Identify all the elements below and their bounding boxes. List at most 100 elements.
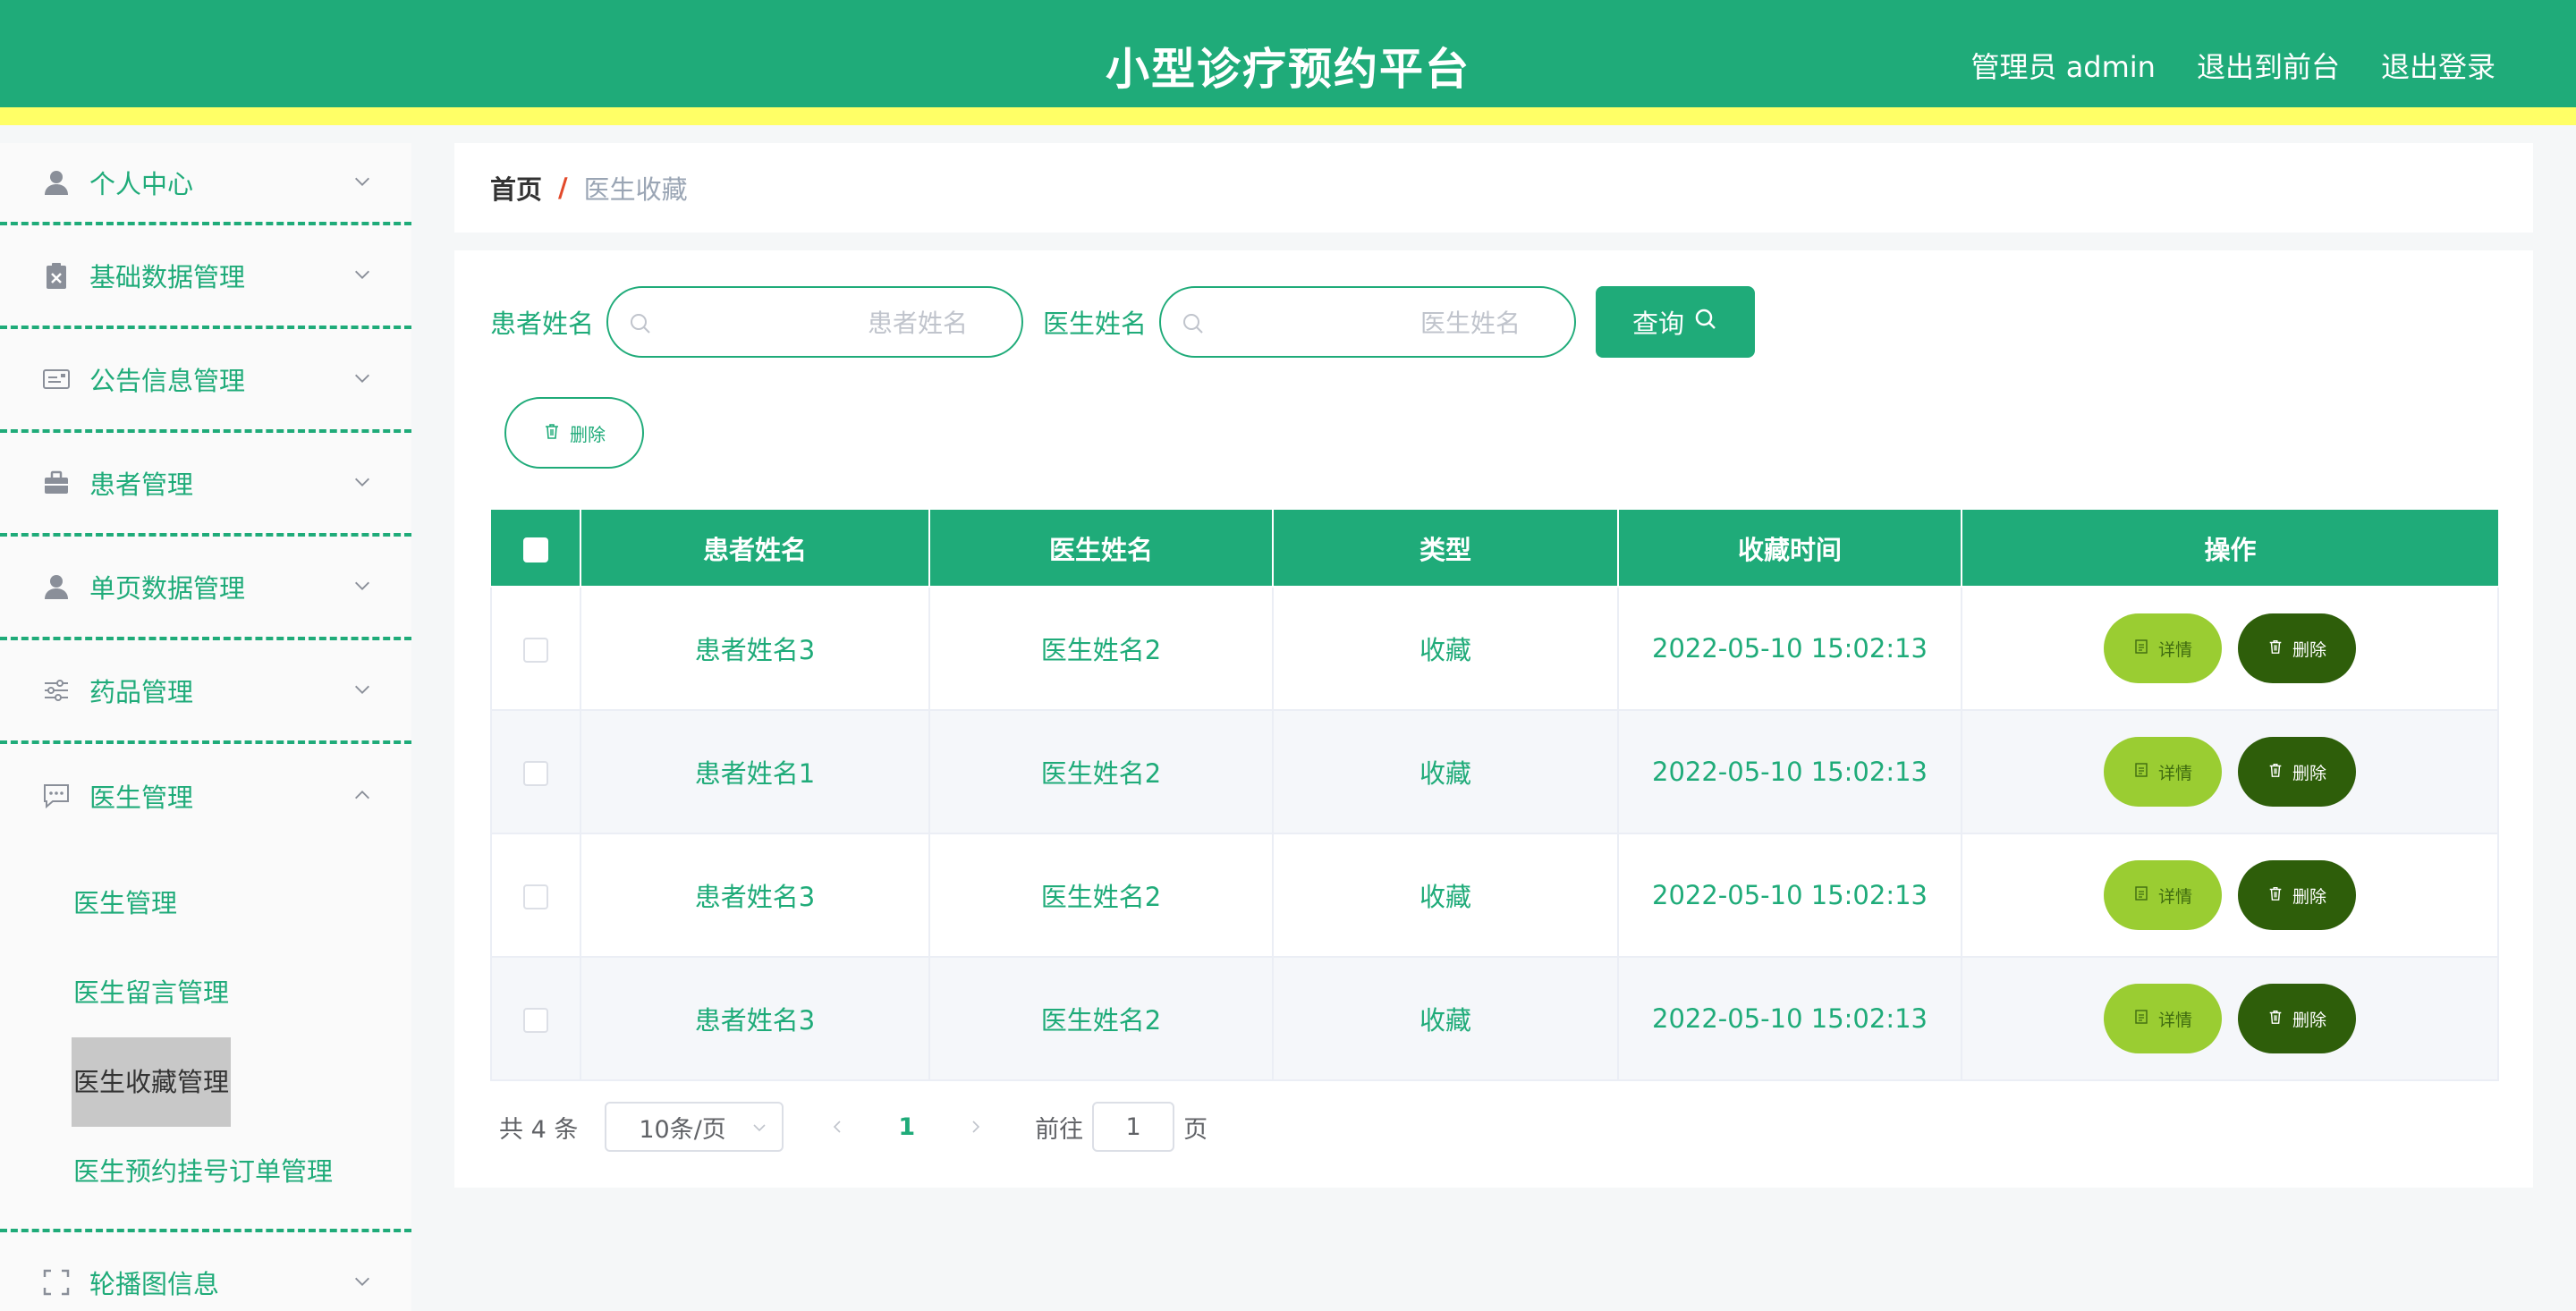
id-card-icon: [41, 364, 72, 394]
briefcase-icon: [41, 468, 72, 498]
main-content: 患者姓名 医生姓名 查询 删除: [454, 250, 2533, 1188]
sidebar-item-doctor[interactable]: 医生管理: [0, 744, 411, 848]
delete-button[interactable]: 删除: [2238, 860, 2356, 930]
detail-button[interactable]: 详情: [2104, 860, 2222, 930]
row-checkbox[interactable]: [523, 761, 548, 786]
pagination-goto: 前往 页: [1035, 1102, 1208, 1152]
sidebar-item-label: 基础数据管理: [89, 262, 246, 292]
detail-button-label: 详情: [2157, 886, 2192, 907]
sidebar-item-label: 药品管理: [89, 677, 194, 707]
table-row: 患者姓名3 医生姓名2 收藏 2022-05-10 15:02:13 详情 删除: [490, 586, 2499, 711]
cell-doctor: 医生姓名2: [928, 586, 1274, 711]
trash-icon: [2267, 1009, 2284, 1029]
batch-delete-label: 删除: [570, 423, 606, 445]
doctor-name-label: 医生姓名: [1043, 309, 1148, 339]
search-form: 患者姓名 医生姓名 查询: [490, 286, 1756, 358]
patient-name-input[interactable]: [662, 300, 969, 345]
trash-icon: [2267, 885, 2284, 906]
page-size-select[interactable]: 10条/页: [605, 1102, 784, 1152]
sidebar-item-carousel[interactable]: 轮播图信息: [0, 1232, 411, 1311]
goto-page-input[interactable]: [1092, 1102, 1175, 1152]
delete-button[interactable]: 删除: [2238, 984, 2356, 1053]
page-size-value: 10条/页: [639, 1115, 726, 1144]
detail-button[interactable]: 详情: [2104, 737, 2222, 807]
row-select-cell: [490, 833, 581, 958]
row-checkbox[interactable]: [523, 638, 548, 663]
sidebar-item-personal-center[interactable]: 个人中心: [0, 143, 411, 225]
sidebar-item-medicine[interactable]: 药品管理: [0, 640, 411, 744]
sidebar-item-single-page[interactable]: 单页数据管理: [0, 537, 411, 640]
row-select-cell: [490, 709, 581, 834]
doctor-submenu: 医生管理 医生留言管理 医生收藏管理 医生预约挂号订单管理: [0, 848, 411, 1232]
delete-button[interactable]: 删除: [2238, 737, 2356, 807]
submenu-item-doctor-manage[interactable]: 医生管理: [72, 858, 179, 948]
submenu-item-doctor-appointment[interactable]: 医生预约挂号订单管理: [72, 1127, 335, 1216]
cell-doctor: 医生姓名2: [928, 709, 1274, 834]
column-header-doctor[interactable]: 医生姓名: [928, 510, 1274, 588]
row-checkbox[interactable]: [523, 1008, 548, 1033]
clipboard-icon: [41, 260, 72, 291]
cell-actions: 详情 删除: [1961, 709, 2499, 834]
page-number-current[interactable]: 1: [898, 1113, 915, 1141]
query-button[interactable]: 查询: [1596, 286, 1756, 358]
chat-icon: [41, 781, 72, 811]
select-all-checkbox[interactable]: [522, 537, 548, 562]
cell-type: 收藏: [1272, 833, 1619, 958]
favorites-table: 患者姓名 医生姓名 类型 收藏时间 操作 患者姓名3 医生姓名2 收藏 2022…: [490, 510, 2499, 1081]
column-header-actions: 操作: [1961, 510, 2498, 588]
breadcrumb-separator: /: [558, 173, 568, 203]
submenu-item-doctor-favorite[interactable]: 医生收藏管理: [72, 1037, 232, 1127]
chevron-down-icon: [352, 172, 374, 193]
detail-button[interactable]: 详情: [2104, 984, 2222, 1053]
row-select-cell: [490, 956, 581, 1081]
next-page-button[interactable]: [958, 1119, 994, 1135]
cell-time: 2022-05-10 15:02:13: [1617, 709, 1962, 834]
cell-doctor: 医生姓名2: [928, 956, 1274, 1081]
pagination-total: 共 4 条: [499, 1115, 579, 1144]
exit-to-front-link[interactable]: 退出到前台: [2197, 45, 2340, 86]
sidebar-item-patient[interactable]: 患者管理: [0, 433, 411, 537]
trash-icon: [2267, 762, 2284, 782]
select-all-cell: [491, 510, 581, 588]
detail-button[interactable]: 详情: [2104, 613, 2222, 683]
sidebar: 个人中心 基础数据管理 公告信息管理 患者管理 单页数据管理 药品管理 医生管理…: [0, 143, 411, 1311]
document-icon: [2133, 639, 2149, 659]
top-header: 小型诊疗预约平台 管理员 admin 退出到前台 退出登录: [0, 0, 2576, 125]
sidebar-item-label: 公告信息管理: [89, 366, 246, 396]
column-header-patient[interactable]: 患者姓名: [580, 510, 930, 588]
delete-button-label: 删除: [2292, 1010, 2326, 1030]
cell-patient: 患者姓名1: [580, 709, 930, 834]
cell-patient: 患者姓名3: [580, 956, 930, 1081]
delete-button[interactable]: 删除: [2238, 613, 2356, 683]
column-header-time[interactable]: 收藏时间: [1617, 510, 1962, 588]
admin-user-label[interactable]: 管理员 admin: [1971, 45, 2156, 86]
document-icon: [2133, 1009, 2149, 1029]
document-icon: [2133, 762, 2149, 782]
batch-delete-button[interactable]: 删除: [504, 397, 644, 469]
logout-link[interactable]: 退出登录: [2381, 45, 2496, 86]
cell-actions: 详情 删除: [1961, 586, 2499, 711]
prev-page-button[interactable]: [819, 1119, 855, 1135]
trash-icon: [543, 422, 561, 444]
search-icon: [628, 311, 653, 336]
doctor-name-input[interactable]: [1215, 300, 1521, 345]
sidebar-item-label: 医生管理: [89, 782, 194, 813]
sidebar-item-label: 单页数据管理: [89, 573, 246, 604]
sidebar-item-basic-data[interactable]: 基础数据管理: [0, 225, 411, 329]
column-header-type[interactable]: 类型: [1272, 510, 1619, 588]
cell-patient: 患者姓名3: [580, 586, 930, 711]
goto-prefix: 前往: [1035, 1115, 1084, 1144]
breadcrumb-home[interactable]: 首页: [490, 169, 542, 207]
chevron-down-icon: [352, 368, 374, 390]
submenu-item-doctor-message[interactable]: 医生留言管理: [72, 948, 231, 1037]
detail-button-label: 详情: [2157, 1010, 2192, 1030]
sidebar-item-notice-info[interactable]: 公告信息管理: [0, 329, 411, 433]
breadcrumb: 首页 / 医生收藏: [454, 143, 2533, 233]
delete-button-label: 删除: [2292, 639, 2326, 660]
row-checkbox[interactable]: [523, 884, 548, 909]
doctor-name-field-wrap: [1159, 286, 1577, 358]
frame-icon: [41, 1267, 72, 1298]
chevron-down-icon: [352, 576, 374, 597]
table-row: 患者姓名3 医生姓名2 收藏 2022-05-10 15:02:13 详情 删除: [490, 956, 2499, 1081]
search-icon: [1181, 311, 1206, 336]
